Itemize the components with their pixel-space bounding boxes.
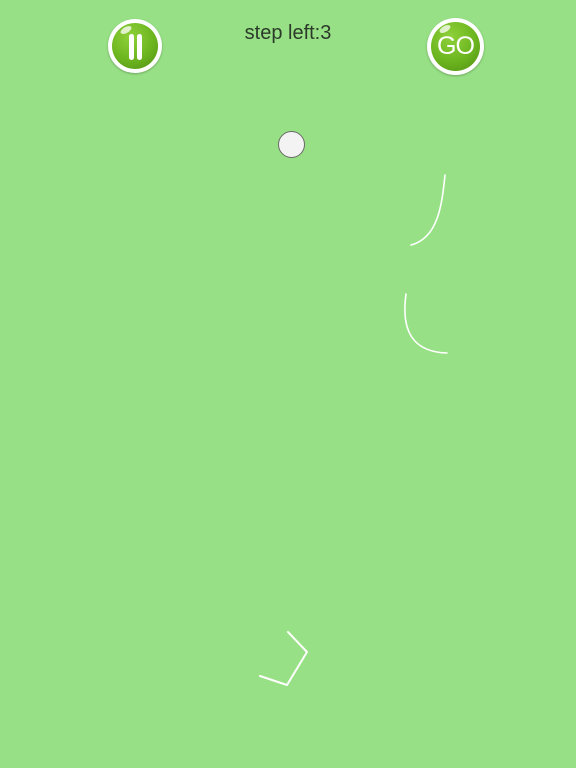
ball — [278, 131, 305, 158]
game-area[interactable]: step left:3 GO — [0, 0, 576, 768]
pause-button[interactable] — [108, 19, 162, 73]
steps-left-label: step left:3 — [244, 22, 332, 44]
drawn-curve-2 — [404, 293, 448, 354]
go-label: GO — [437, 32, 475, 60]
drawn-curve-1 — [410, 174, 446, 246]
pause-icon — [129, 34, 134, 60]
drawn-polyline — [259, 631, 308, 686]
go-button[interactable]: GO — [427, 18, 484, 75]
drawn-lines-layer — [259, 174, 448, 686]
pause-icon-bar — [137, 34, 142, 60]
pause-button-face — [112, 23, 158, 69]
go-button-face: GO — [431, 22, 480, 71]
